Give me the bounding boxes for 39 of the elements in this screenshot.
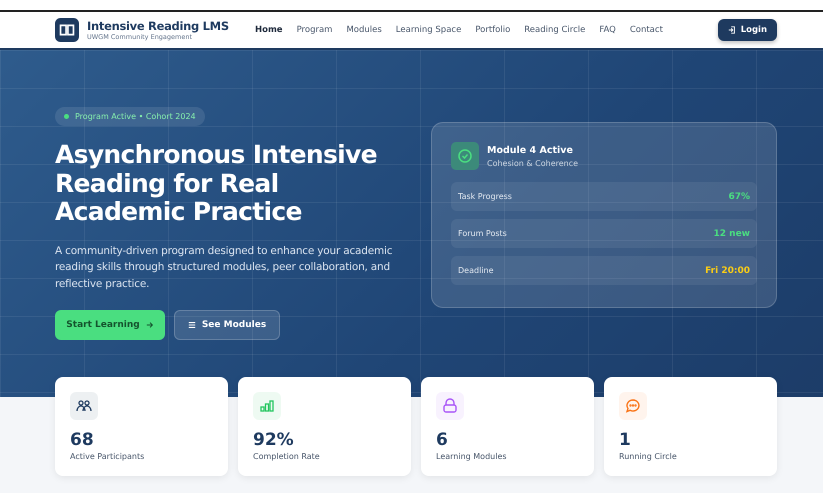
login-icon [728, 26, 736, 34]
nav-link[interactable]: Learning Space [396, 25, 462, 35]
book-icon [55, 18, 79, 42]
stat-label: Running Circle [619, 452, 677, 461]
nav-link[interactable]: Program [296, 25, 332, 35]
row-label: Forum Posts [458, 229, 507, 238]
brand-title: Intensive Reading LMS [87, 19, 229, 33]
login-button[interactable]: Login [718, 19, 777, 41]
hero-heading: Asynchronous Intensive Reading for Real Academic Practice [55, 141, 378, 226]
module-title: Module 4 Active [487, 144, 574, 156]
list-icon [188, 321, 196, 329]
nav-link[interactable]: Reading Circle [524, 25, 586, 35]
stat-label: Active Participants [70, 452, 144, 461]
nav-link[interactable]: FAQ [599, 25, 616, 35]
row-label: Task Progress [458, 192, 512, 201]
row-value: Fri 20:00 [705, 266, 750, 276]
row-value: 12 new [714, 228, 750, 238]
stat-value: 6 [436, 430, 448, 450]
check-icon [451, 142, 479, 170]
see-modules-button[interactable]: See Modules [174, 310, 280, 340]
stat-label: Learning Modules [436, 452, 507, 461]
module-subtitle: Cohesion & Coherence [487, 158, 578, 168]
chat-icon [619, 392, 647, 420]
stat-value: 68 [70, 430, 94, 450]
start-learning-button[interactable]: Start Learning [55, 310, 165, 340]
stat-label: Completion Rate [253, 452, 320, 461]
nav-link[interactable]: Portfolio [475, 25, 510, 35]
stat-value: 1 [619, 430, 631, 450]
bar-chart-icon [253, 392, 281, 420]
nav-link[interactable]: Contact [630, 25, 663, 35]
row-label: Deadline [458, 266, 494, 275]
stat-value: 92% [253, 430, 294, 450]
hero-description: A community-driven program designed to enhance your academic reading skills through structured modules, peer collaboration, and reflective practice. [55, 244, 394, 292]
people-icon [70, 392, 98, 420]
nav-link[interactable]: Home [255, 25, 283, 35]
status-badge: Program Active • Cohort 2024 [55, 107, 205, 126]
nav-link[interactable]: Modules [346, 25, 382, 35]
arrow-right-icon [146, 321, 154, 329]
row-value: 67% [728, 192, 750, 202]
